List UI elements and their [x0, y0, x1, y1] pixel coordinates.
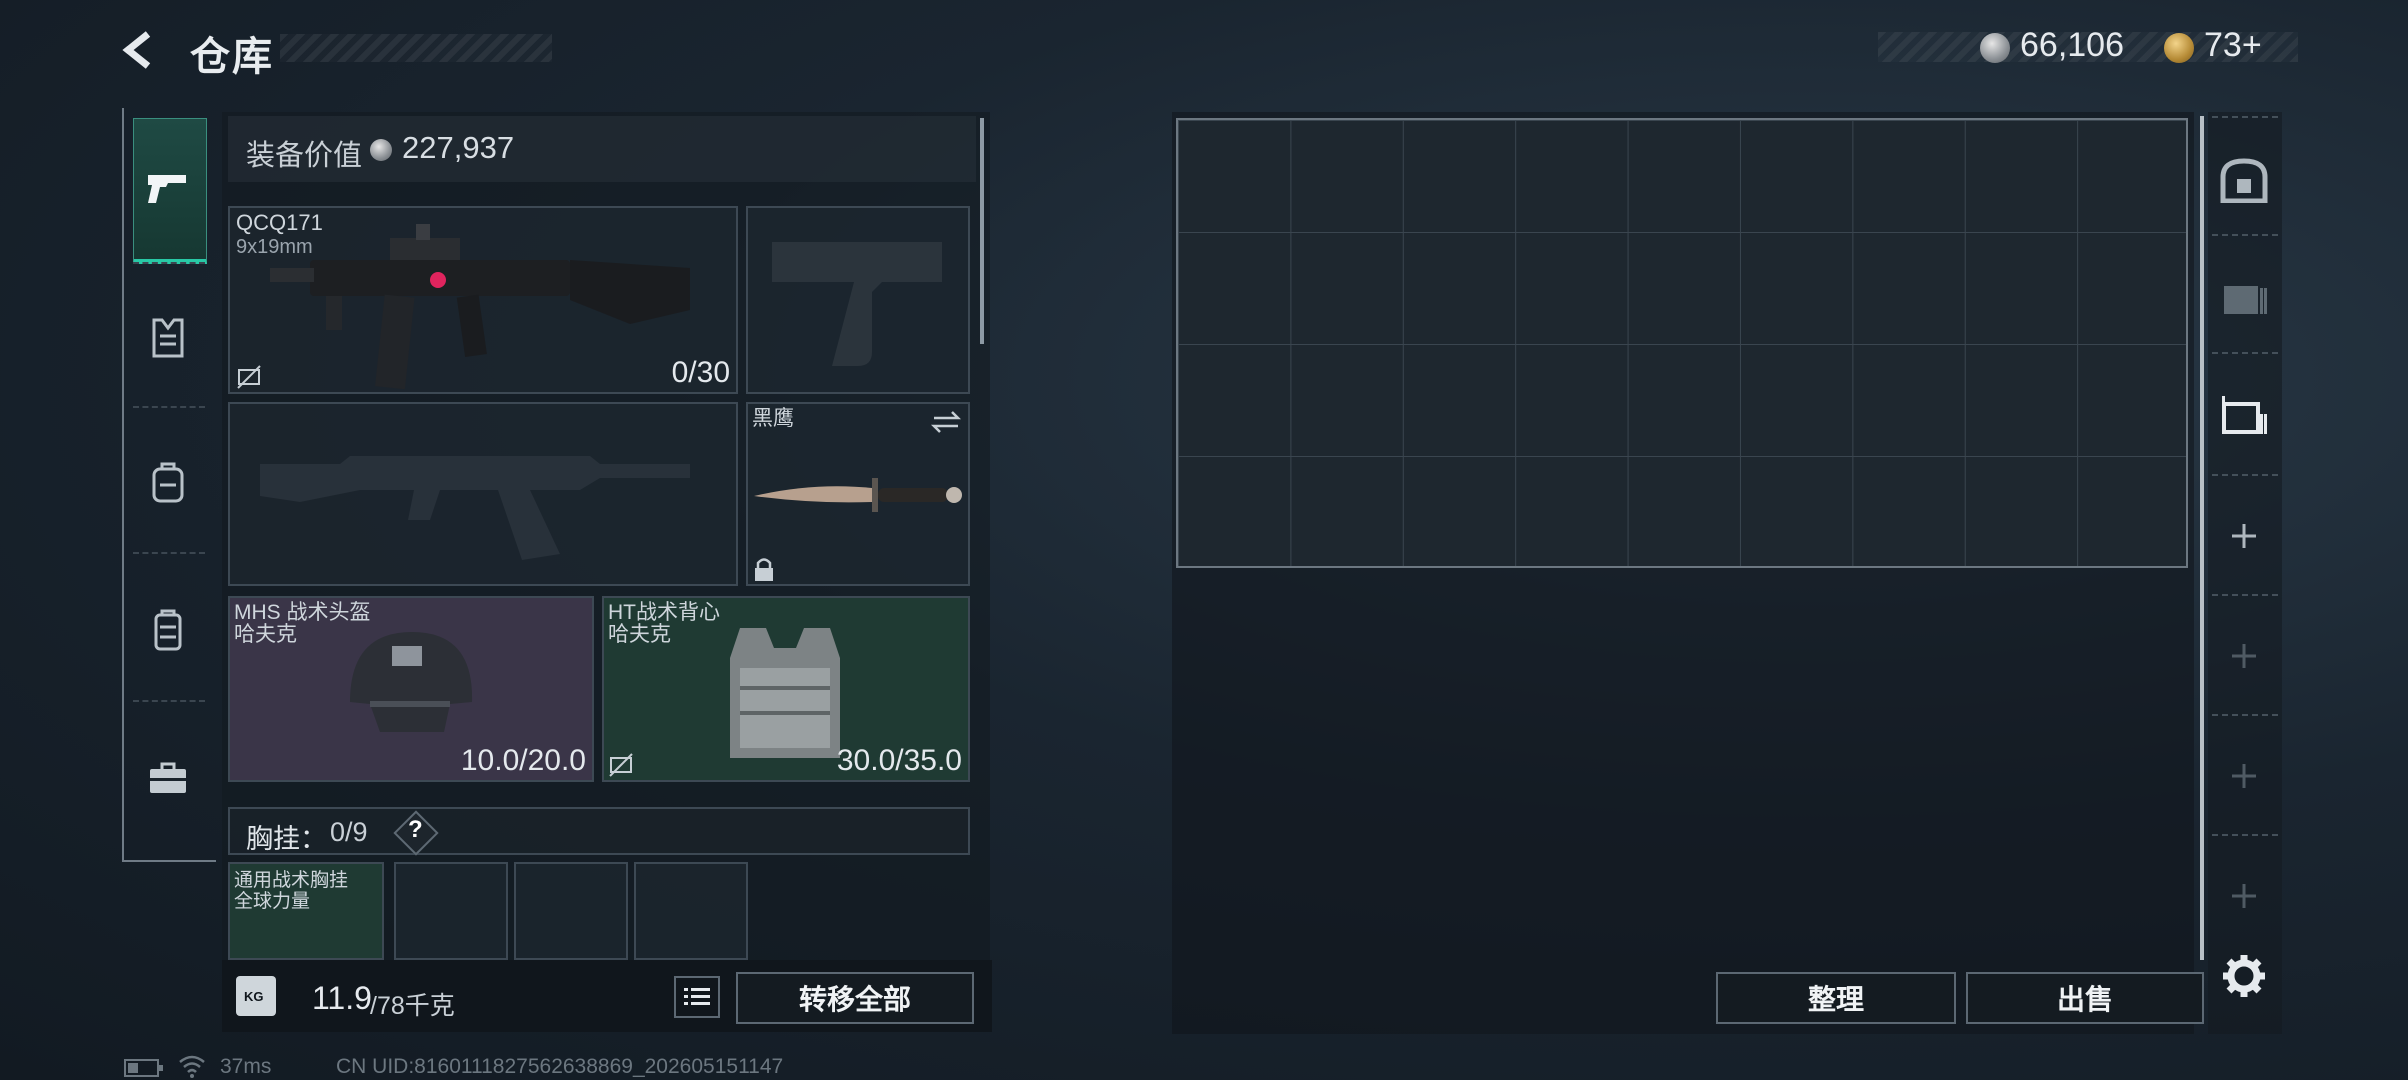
sort-button[interactable]: 整理	[1716, 972, 1956, 1024]
rifle-placeholder-icon	[260, 456, 690, 560]
add-storage-icon[interactable]	[2218, 630, 2270, 682]
max-weight: /78千克	[370, 992, 455, 1020]
tab-divider	[2212, 474, 2278, 476]
equipment-value: 227,937	[402, 130, 515, 165]
rig-cell[interactable]	[634, 862, 748, 960]
gold-coin-icon	[2164, 33, 2194, 63]
briefcase-icon[interactable]	[146, 756, 190, 800]
armor-slot[interactable]: HT战术背心 哈夫克 30.0/35.0	[602, 596, 970, 782]
pistol-placeholder-icon	[772, 242, 942, 366]
safe-box-icon[interactable]	[2218, 154, 2270, 206]
stash-grid[interactable]	[1176, 118, 2188, 568]
smg-weapon-image	[270, 224, 690, 390]
lock-icon	[755, 558, 773, 581]
armor-durability: 30.0/35.0	[836, 744, 962, 777]
chest-rig-count: 0/9	[330, 817, 368, 847]
tab-divider	[2212, 594, 2278, 596]
secondary-weapon-slot[interactable]	[228, 402, 738, 586]
page-title: 仓库	[190, 35, 274, 79]
vest-image	[730, 628, 840, 758]
pistol-icon	[146, 166, 190, 210]
rig-item-slot[interactable]: 通用战术胸挂 全球力量	[228, 862, 384, 960]
storage-box-active-icon[interactable]	[2218, 388, 2270, 440]
tab-divider	[2212, 834, 2278, 836]
helmet-slot[interactable]: MHS 战术头盔 哈夫克 10.0/20.0	[228, 596, 594, 782]
helmet-image	[350, 632, 473, 732]
equipment-value-label: 装备价值	[246, 140, 363, 172]
add-storage-icon[interactable]	[2218, 870, 2270, 922]
current-weight: 11.9	[312, 980, 372, 1016]
primary-weapon-slot[interactable]: QCQ171 9x19mm 0/30	[228, 206, 738, 394]
pistol-slot[interactable]	[746, 206, 970, 394]
swap-icon[interactable]	[930, 408, 962, 436]
melee-slot[interactable]: 黑鹰	[746, 402, 970, 586]
transfer-all-button[interactable]: 转移全部	[736, 972, 974, 1024]
gear-icon[interactable]	[2218, 950, 2270, 1002]
nav-divider	[133, 552, 205, 554]
silver-coin-icon	[1980, 33, 2010, 63]
melee-name: 黑鹰	[752, 407, 794, 430]
no-mod-icon	[609, 753, 633, 777]
weight-icon: KG	[236, 976, 276, 1016]
back-arrow-icon	[122, 31, 151, 69]
rig-cell[interactable]	[514, 862, 628, 960]
tab-divider	[2212, 116, 2278, 118]
gold-currency-value[interactable]: 73+	[2204, 26, 2262, 65]
ping-value: 37ms	[220, 1055, 272, 1078]
sell-button[interactable]: 出售	[1966, 972, 2204, 1024]
battery-icon	[124, 1059, 163, 1077]
vest-icon[interactable]	[146, 316, 190, 360]
title-decoration	[280, 34, 552, 62]
user-uid: CN UID:8160111827562638869_202605151147	[336, 1055, 784, 1078]
list-view-button[interactable]	[674, 976, 720, 1018]
chest-rig-label: 胸挂：	[246, 824, 327, 854]
armor-brand: 哈夫克	[608, 623, 671, 646]
armor-name: HT战术背心	[608, 601, 720, 624]
chest-rig-header: 胸挂： 0/9 ?	[228, 807, 970, 856]
rig-cell[interactable]	[394, 862, 508, 960]
tab-divider	[2212, 714, 2278, 716]
helmet-brand: 哈夫克	[234, 623, 297, 646]
rig-item-name: 通用战术胸挂	[234, 870, 349, 891]
knife-image	[754, 478, 962, 512]
helmet-name: MHS 战术头盔	[234, 601, 371, 624]
silver-coin-icon	[370, 139, 392, 161]
equipment-scrollbar[interactable]	[980, 118, 984, 344]
no-mod-icon	[237, 365, 261, 389]
silver-currency-value: 66,106	[2020, 26, 2124, 64]
tab-divider	[2212, 234, 2278, 236]
nav-divider	[133, 262, 205, 264]
rig-item-brand: 全球力量	[234, 891, 311, 912]
list-icon	[684, 988, 710, 1005]
stash-scrollbar[interactable]	[2200, 116, 2204, 960]
nav-divider	[133, 406, 205, 408]
add-storage-icon[interactable]	[2218, 750, 2270, 802]
helmet-durability: 10.0/20.0	[460, 744, 586, 777]
help-icon: ?	[408, 816, 423, 843]
storage-box-icon[interactable]	[2218, 270, 2270, 322]
nav-divider	[133, 700, 205, 702]
ammo-count: 0/30	[671, 356, 730, 389]
chest-rig-icon[interactable]	[146, 608, 190, 652]
backpack-icon[interactable]	[146, 460, 190, 504]
add-storage-icon[interactable]	[2218, 510, 2270, 562]
wifi-icon	[179, 1055, 205, 1078]
tab-divider	[2212, 352, 2278, 354]
back-button[interactable]	[118, 28, 162, 72]
